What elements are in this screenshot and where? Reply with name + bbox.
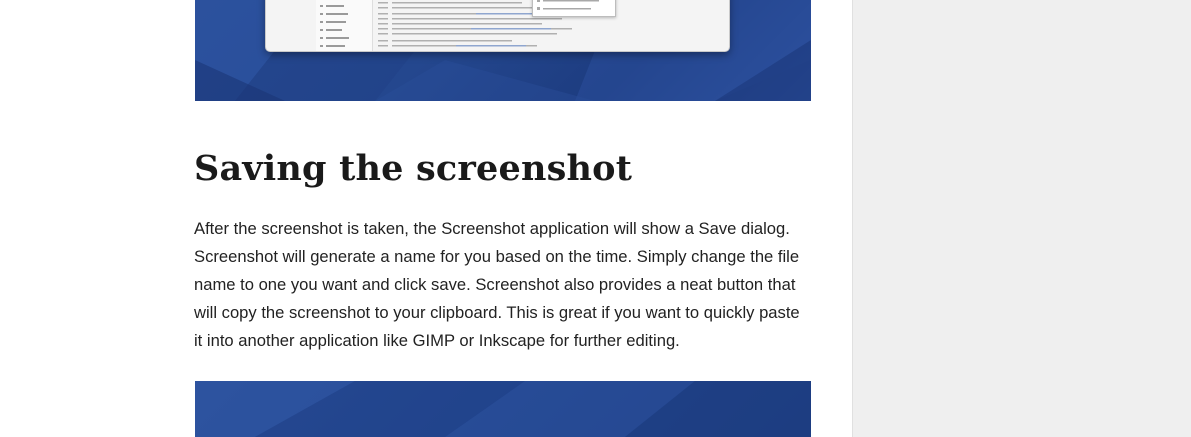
section-title: Saving the screenshot <box>194 148 633 189</box>
polygon-background <box>195 381 811 437</box>
context-popup <box>532 0 616 17</box>
sidebar <box>852 0 1191 437</box>
article-image-top <box>195 0 811 101</box>
section-paragraph: After the screenshot is taken, the Scree… <box>194 219 800 350</box>
article-column: Saving the screenshot After the screensh… <box>0 0 852 437</box>
screenshot-app-window <box>265 0 730 52</box>
code-lines <box>378 2 582 47</box>
article-image-bottom <box>195 381 811 437</box>
